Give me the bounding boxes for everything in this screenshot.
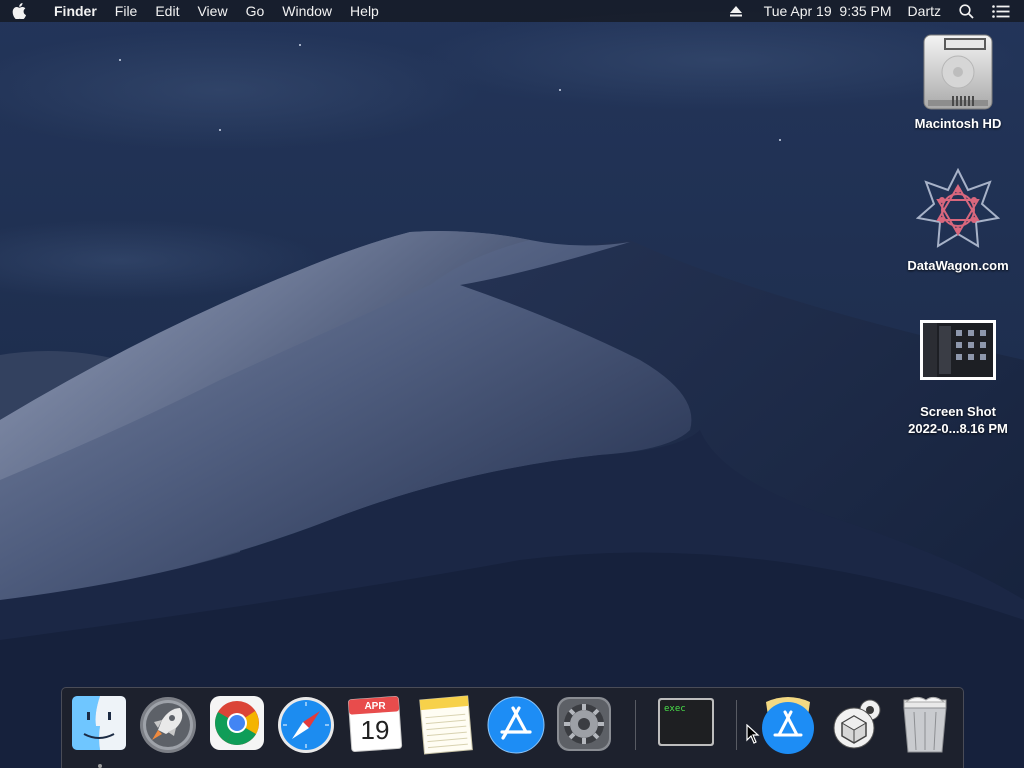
- dock-item-app-store-downloads[interactable]: [758, 694, 818, 756]
- apple-menu-button[interactable]: [0, 0, 38, 22]
- chrome-icon: [210, 696, 264, 750]
- dock-item-trash[interactable]: [896, 694, 956, 756]
- menu-window[interactable]: Window: [273, 0, 341, 22]
- dock-item-chrome[interactable]: [208, 694, 268, 756]
- dock-item-launchpad[interactable]: [138, 694, 198, 756]
- eject-menu-extra[interactable]: [722, 0, 756, 22]
- eject-icon: [729, 5, 742, 16]
- spotlight-button[interactable]: [951, 0, 982, 22]
- notification-center-button[interactable]: [982, 0, 1024, 22]
- running-indicator: [98, 764, 102, 768]
- dock-item-terminal[interactable]: exec: [656, 694, 716, 756]
- desktop-icon-label-line1: Screen Shot: [920, 404, 996, 419]
- desktop-icon-datawagon[interactable]: DataWagon.com: [898, 167, 1018, 274]
- dock-item-notes[interactable]: [416, 694, 476, 756]
- dock-item-utility[interactable]: [826, 694, 886, 756]
- dock-separator: [736, 700, 737, 750]
- desktop-icon-screenshot[interactable]: Screen Shot 2022-0...8.16 PM: [898, 318, 1018, 437]
- finder-icon: [72, 696, 126, 750]
- dock-item-finder[interactable]: [70, 694, 130, 756]
- hard-drive-icon: [923, 34, 993, 110]
- desktop-wallpaper: [0, 0, 1024, 768]
- dock-item-system-preferences[interactable]: [554, 694, 614, 756]
- spotlight-search-icon: [959, 3, 974, 19]
- calendar-day: 19: [360, 715, 390, 745]
- menu-app-name[interactable]: Finder: [38, 0, 106, 22]
- desktop-icon-label: Macintosh HD: [914, 116, 1002, 131]
- dock-item-app-store[interactable]: [486, 694, 546, 756]
- dock-separator: [635, 700, 636, 750]
- app-store-icon: [487, 696, 545, 754]
- notification-center-icon: [992, 4, 1010, 18]
- terminal-label: exec: [664, 704, 686, 714]
- gears-cube-icon: [833, 699, 881, 749]
- menu-edit[interactable]: Edit: [146, 0, 188, 22]
- menu-view[interactable]: View: [188, 0, 236, 22]
- dock-item-safari[interactable]: [276, 694, 336, 756]
- app-store-folder-icon: [762, 697, 814, 754]
- desktop-icon-macintosh-hd[interactable]: Macintosh HD: [898, 32, 1018, 132]
- menu-status-area: Tue Apr 19 9:35 PM Dartz: [722, 0, 1024, 22]
- notes-icon: [419, 695, 473, 755]
- terminal-icon: [658, 698, 714, 746]
- user-name[interactable]: Dartz: [900, 0, 951, 22]
- menu-go[interactable]: Go: [237, 0, 274, 22]
- safari-compass-icon: [278, 697, 334, 753]
- screenshot-thumbnail-icon: [920, 320, 996, 380]
- menu-file[interactable]: File: [106, 0, 147, 22]
- menu-help[interactable]: Help: [341, 0, 388, 22]
- desktop-icon-label-line2: 2022-0...8.16 PM: [908, 421, 1008, 436]
- menu-bar: Finder File Edit View Go Window Help Tue…: [0, 0, 1024, 22]
- trash-full-icon: [903, 696, 947, 753]
- system-preferences-gear-icon: [557, 697, 611, 751]
- mouse-cursor: [746, 724, 760, 744]
- calendar-month: APR: [364, 701, 386, 712]
- launchpad-rocket-icon: [140, 697, 196, 753]
- dock-item-calendar[interactable]: APR 19: [346, 694, 406, 756]
- desktop-icon-label: DataWagon.com: [907, 258, 1009, 273]
- clock[interactable]: Tue Apr 19 9:35 PM: [756, 0, 900, 22]
- dock: APR 19 exec: [61, 687, 964, 768]
- datawagon-logo-icon: [915, 167, 1001, 248]
- apple-icon: [12, 3, 26, 19]
